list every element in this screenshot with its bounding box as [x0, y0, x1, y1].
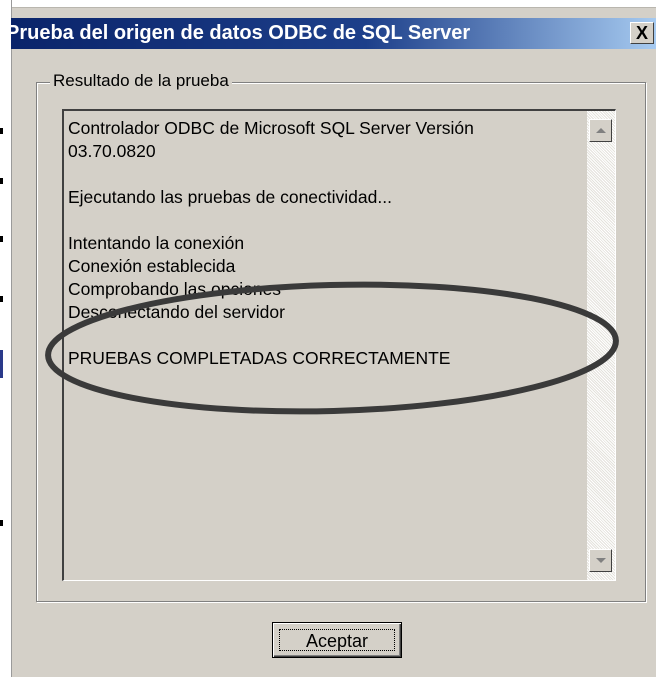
result-line: Controlador ODBC de Microsoft SQL Server…: [68, 118, 474, 138]
result-line: Ejecutando las pruebas de conectividad..…: [68, 187, 392, 207]
group-label: Resultado de la prueba: [50, 71, 232, 91]
accept-button-label: Aceptar: [279, 629, 395, 651]
result-line-success: PRUEBAS COMPLETADAS CORRECTAMENTE: [68, 348, 451, 368]
result-line: [68, 209, 585, 232]
scroll-up-arrow-icon: [595, 128, 606, 133]
result-line: Conexión establecida: [68, 256, 236, 276]
result-line: 03.70.0820: [68, 141, 156, 161]
close-icon: X: [635, 23, 648, 43]
window-title: Prueba del origen de datos ODBC de SQL S…: [6, 22, 471, 44]
vertical-scrollbar[interactable]: [587, 111, 615, 580]
background-window-edge: [11, 0, 656, 8]
result-text-area[interactable]: Controlador ODBC de Microsoft SQL Server…: [62, 109, 616, 581]
scroll-up-button[interactable]: [589, 119, 612, 142]
result-line: Intentando la conexión: [68, 233, 245, 253]
scroll-down-arrow-icon: [595, 558, 606, 563]
accept-button[interactable]: Aceptar: [272, 622, 402, 658]
result-line: [68, 163, 585, 186]
background-window-strip: [0, 0, 12, 677]
close-button[interactable]: X: [630, 22, 654, 44]
result-line: Desconectando del servidor: [68, 302, 285, 322]
result-line: [68, 324, 585, 347]
dialog-window: Prueba del origen de datos ODBC de SQL S…: [0, 0, 656, 677]
result-text: Controlador ODBC de Microsoft SQL Server…: [68, 117, 585, 370]
result-line: Comprobando las opciones: [68, 279, 282, 299]
scroll-down-button[interactable]: [589, 549, 612, 572]
